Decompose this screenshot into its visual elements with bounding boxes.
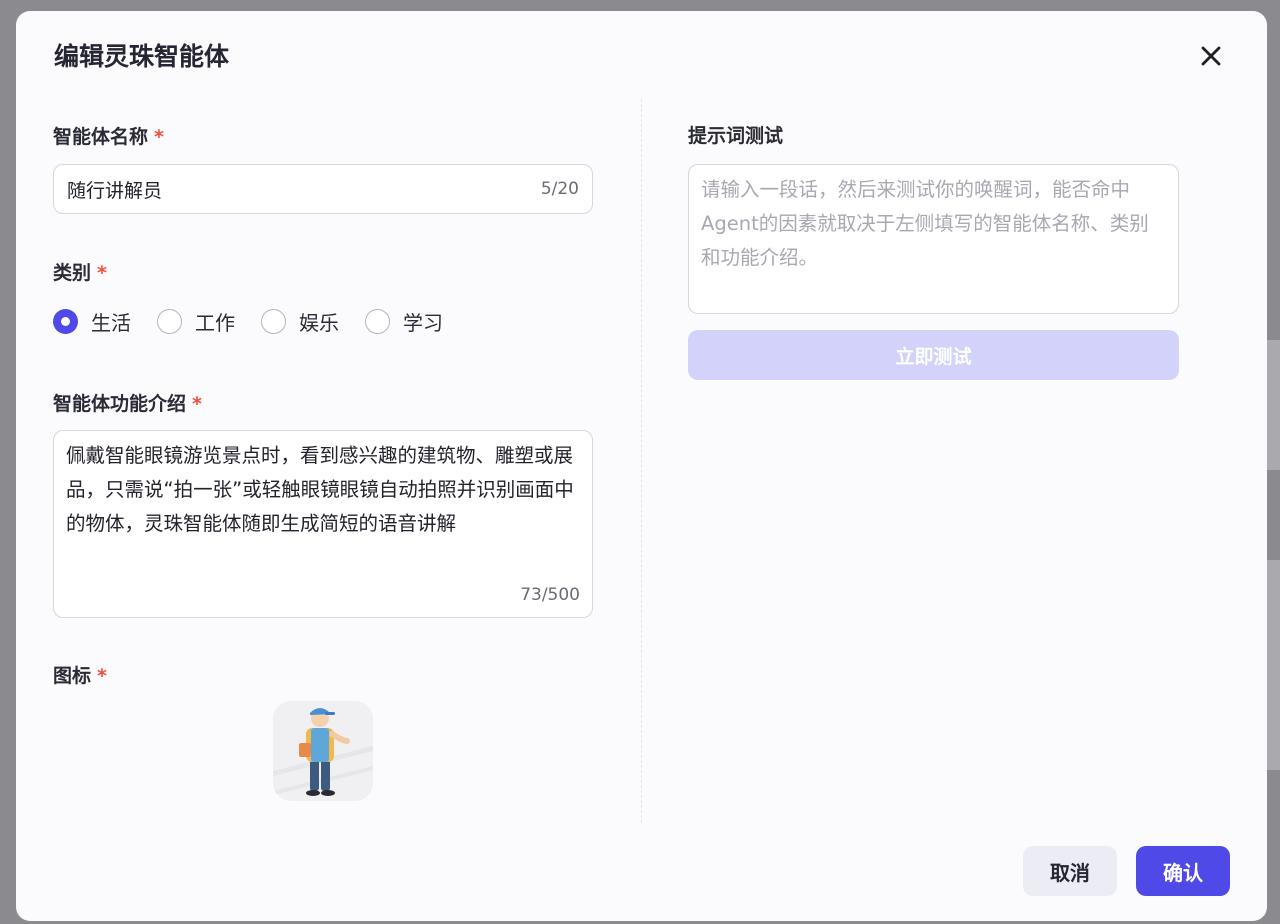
prompt-test-placeholder: 请输入一段话，然后来测试你的唤醒词，能否命中Agent的因素就取决于左侧填写的智… [701,178,1149,269]
background-panel [1266,340,1280,470]
name-label-text: 智能体名称 [53,126,149,148]
dialog-title: 编辑灵珠智能体 [54,42,230,71]
name-label: 智能体名称 * [53,122,164,149]
agent-icon-picker[interactable] [273,701,373,801]
radio-label: 生活 [91,311,131,335]
description-char-counter: 73/500 [520,585,580,605]
radio-life[interactable]: 生活 [53,307,131,336]
radio-work[interactable]: 工作 [157,307,235,336]
category-label-text: 类别 [53,262,92,284]
prompt-test-input[interactable]: 请输入一段话，然后来测试你的唤醒词，能否命中Agent的因素就取决于左侧填写的智… [688,164,1179,314]
prompt-test-label: 提示词测试 [688,125,784,147]
radio-circle [365,309,390,334]
column-divider [641,99,642,823]
required-mark: * [97,665,107,687]
agent-name-input[interactable]: 随行讲解员 5/20 [53,164,593,214]
test-now-button[interactable]: 立即测试 [688,330,1179,380]
required-mark: * [97,262,107,284]
name-char-counter: 5/20 [540,179,579,199]
radio-entertainment[interactable]: 娱乐 [261,307,339,336]
tour-guide-avatar-icon [273,708,373,796]
icon-label-text: 图标 [53,665,92,687]
radio-circle [261,309,286,334]
radio-study[interactable]: 学习 [365,307,443,336]
description-value: 佩戴智能眼镜游览景点时，看到感兴趣的建筑物、雕塑或展品，只需说“拍一张”或轻触眼… [66,444,574,535]
category-radio-group: 生活 工作 娱乐 学习 [53,307,469,336]
description-label: 智能体功能介绍 * [53,389,202,416]
agent-name-value: 随行讲解员 [67,179,163,202]
category-label: 类别 * [53,258,107,285]
radio-label: 学习 [403,311,443,335]
cancel-button[interactable]: 取消 [1023,846,1117,896]
edit-agent-dialog: 编辑灵珠智能体 智能体名称 * 随行讲解员 5/20 类别 * 生活 工作 娱乐 学… [16,11,1267,921]
background-panel [1266,560,1280,770]
radio-label: 娱乐 [299,311,339,335]
icon-label: 图标 * [53,661,107,688]
description-label-text: 智能体功能介绍 [53,393,187,415]
radio-label: 工作 [195,311,235,335]
confirm-button[interactable]: 确认 [1136,846,1230,896]
required-mark: * [192,393,202,415]
required-mark: * [154,126,164,148]
radio-circle [53,309,78,334]
close-button[interactable] [1196,41,1226,71]
close-icon [1201,46,1221,66]
description-textarea[interactable]: 佩戴智能眼镜游览景点时，看到感兴趣的建筑物、雕塑或展品，只需说“拍一张”或轻触眼… [53,430,593,618]
radio-circle [157,309,182,334]
